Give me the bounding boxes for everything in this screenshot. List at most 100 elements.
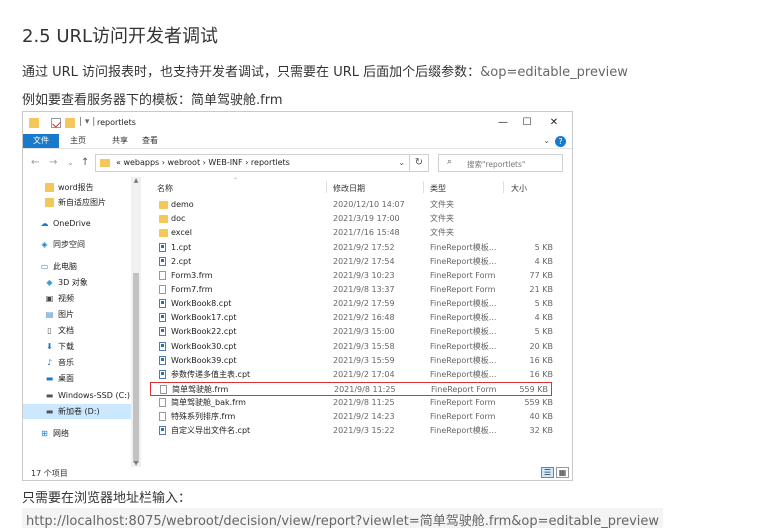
search-input[interactable]: ⌕ 搜索"reportlets" — [438, 154, 563, 172]
paragraph-intro: 通过 URL 访问报表时，也支持开发者调试，只需要在 URL 后面加个后缀参数：… — [22, 61, 628, 80]
address-bar[interactable]: « webapps › webroot › WEB-INF › reportle… — [95, 154, 410, 172]
forward-arrow-icon[interactable]: → — [49, 157, 57, 169]
file-name: WorkBook17.cpt — [171, 313, 237, 323]
file-size: 4 KB — [534, 256, 553, 266]
recent-dropdown-icon[interactable]: ⌄ — [67, 157, 74, 169]
sidebar-item-adaptive-images[interactable]: 新自适应图片 — [23, 195, 133, 210]
file-icon — [159, 256, 166, 266]
file-type: FineReport模板... — [430, 242, 497, 252]
column-divider[interactable] — [503, 181, 504, 193]
computer-icon: ▭ — [40, 262, 49, 271]
file-type: 文件夹 — [430, 214, 454, 224]
drive-icon: ▬ — [45, 391, 54, 400]
file-type: FineReport模板... — [430, 341, 497, 351]
tab-view[interactable]: 查看 — [135, 134, 165, 148]
table-row[interactable]: 2.cpt 2021/9/2 17:54 FineReport模板... 4 KB — [143, 255, 563, 269]
table-row[interactable]: doc 2021/3/19 17:00 文件夹 — [143, 212, 563, 226]
table-row[interactable]: WorkBook8.cpt 2021/9/2 17:59 FineReport模板.… — [143, 297, 563, 311]
tab-file[interactable]: 文件 — [23, 134, 59, 148]
table-row[interactable]: demo 2020/12/10 14:07 文件夹 — [143, 198, 563, 212]
sidebar-item-pictures[interactable]: ▤ 图片 — [23, 307, 133, 322]
tab-share[interactable]: 共享 — [105, 134, 135, 148]
sidebar-item-network[interactable]: ⊞ 网络 — [23, 426, 133, 441]
table-row[interactable]: WorkBook17.cpt 2021/9/2 16:48 FineReport模板… — [143, 311, 563, 325]
sidebar-item-desktop[interactable]: ▬ 桌面 — [23, 371, 133, 386]
scroll-up-icon[interactable]: ▲ — [131, 177, 141, 184]
table-row[interactable]: 简单驾驶舱_bak.frm 2021/9/8 11:25 FineReport Fo… — [143, 396, 563, 410]
chevron-down-icon[interactable]: ⌄ — [398, 158, 405, 167]
file-icon — [159, 313, 166, 323]
table-row[interactable]: excel 2021/7/16 15:48 文件夹 — [143, 226, 563, 240]
sidebar-item-3d-objects[interactable]: ◆ 3D 对象 — [23, 275, 133, 290]
file-icon — [159, 369, 166, 379]
table-row[interactable]: Form7.frm 2021/9/8 13:37 FineReport Form 21… — [143, 283, 563, 297]
file-date: 2020/12/10 14:07 — [333, 200, 405, 209]
column-header-date[interactable]: 修改日期 — [333, 183, 365, 194]
table-row[interactable]: WorkBook39.cpt 2021/9/3 15:59 FineReport模板… — [143, 354, 563, 368]
column-divider[interactable] — [326, 181, 327, 193]
table-row[interactable]: 特殊系列排序.frm 2021/9/2 14:23 FineReport Form 4… — [143, 410, 563, 424]
sidebar-item-label: 新加卷 (D:) — [58, 407, 100, 416]
help-icon[interactable]: ? — [555, 136, 566, 147]
folder-icon — [45, 198, 54, 207]
checkbox-icon[interactable] — [51, 118, 61, 128]
file-size: 40 KB — [529, 412, 553, 422]
file-type: 文件夹 — [430, 228, 454, 238]
file-icon — [159, 327, 166, 337]
tab-home[interactable]: 主页 — [63, 134, 93, 148]
file-size: 559 KB — [519, 385, 548, 394]
table-row-highlighted[interactable]: 简单驾驶舱.frm 2021/9/8 11:25 FineReport Form 55… — [150, 382, 552, 396]
sidebar-item-onedrive[interactable]: ☁ OneDrive — [23, 216, 133, 231]
scrollbar-thumb[interactable] — [133, 273, 139, 463]
sidebar-item-label: 图片 — [58, 310, 74, 319]
sidebar-item-videos[interactable]: ▣ 视频 — [23, 291, 133, 306]
sidebar-item-drive-d[interactable]: ▬ 新加卷 (D:) — [23, 404, 133, 419]
file-date: 2021/9/3 10:23 — [333, 270, 395, 280]
sidebar-scrollbar[interactable]: ▲ ▼ — [131, 177, 141, 467]
file-size: 16 KB — [529, 369, 553, 379]
sidebar-item-music[interactable]: ♪ 音乐 — [23, 355, 133, 370]
sidebar-item-this-pc[interactable]: ▭ 此电脑 — [23, 259, 133, 274]
table-row[interactable]: Form3.frm 2021/9/3 10:23 FineReport Form 77… — [143, 269, 563, 283]
sidebar-item-word-report[interactable]: word报告 — [23, 180, 133, 195]
file-icon — [159, 355, 166, 365]
table-row[interactable]: 自定义导出文件名.cpt 2021/9/3 15:22 FineReport模板..… — [143, 424, 563, 438]
file-size: 77 KB — [529, 270, 553, 280]
file-name: 简单驾驶舱_bak.frm — [171, 398, 246, 408]
column-header-type[interactable]: 类型 — [430, 183, 446, 194]
column-header-name[interactable]: 名称 — [157, 183, 173, 194]
new-folder-icon[interactable] — [65, 118, 75, 128]
details-view-button[interactable]: ☰ — [541, 467, 554, 478]
file-date: 2021/9/8 11:25 — [334, 385, 396, 394]
up-arrow-icon[interactable]: ↑ — [81, 157, 89, 169]
file-type: FineReport模板... — [430, 299, 497, 308]
table-row[interactable]: 参数传递多值主表.cpt 2021/9/2 17:04 FineReport模板..… — [143, 368, 563, 382]
sidebar-item-drive-c[interactable]: ▬ Windows-SSD (C:) — [23, 388, 133, 403]
file-icon — [159, 299, 166, 308]
close-button[interactable]: ✕ — [544, 115, 564, 131]
sidebar-item-label: 此电脑 — [53, 262, 77, 271]
file-date: 2021/9/8 11:25 — [333, 398, 395, 408]
navigation-bar: ← → ⌄ ↑ « webapps › webroot › WEB-INF › … — [23, 149, 572, 177]
maximize-button[interactable]: ☐ — [517, 115, 537, 131]
table-row[interactable]: WorkBook22.cpt 2021/9/3 15:00 FineReport模板… — [143, 325, 563, 339]
refresh-button[interactable]: ↻ — [410, 154, 429, 172]
large-icons-view-button[interactable]: ▦ — [556, 467, 569, 478]
back-arrow-icon[interactable]: ← — [31, 157, 39, 169]
sidebar-item-downloads[interactable]: ⬇ 下载 — [23, 339, 133, 354]
sidebar-item-sync[interactable]: ◈ 同步空间 — [23, 237, 133, 252]
file-date: 2021/9/8 13:37 — [333, 284, 395, 294]
column-header-size[interactable]: 大小 — [511, 183, 527, 194]
file-size: 5 KB — [534, 299, 553, 308]
minimize-button[interactable]: — — [493, 115, 513, 131]
chevron-down-icon[interactable]: ⌄ — [543, 136, 550, 145]
column-divider[interactable] — [423, 181, 424, 193]
folder-icon — [159, 215, 168, 224]
sidebar-item-documents[interactable]: ▯ 文档 — [23, 323, 133, 338]
file-type: FineReport Form — [431, 385, 497, 394]
file-icon — [159, 412, 166, 422]
table-row[interactable]: WorkBook30.cpt 2021/9/3 15:58 FineReport模板… — [143, 340, 563, 354]
table-row[interactable]: 1.cpt 2021/9/2 17:52 FineReport模板... 5 KB — [143, 241, 563, 255]
file-date: 2021/3/19 17:00 — [333, 214, 400, 224]
search-placeholder: 搜索"reportlets" — [467, 160, 526, 169]
